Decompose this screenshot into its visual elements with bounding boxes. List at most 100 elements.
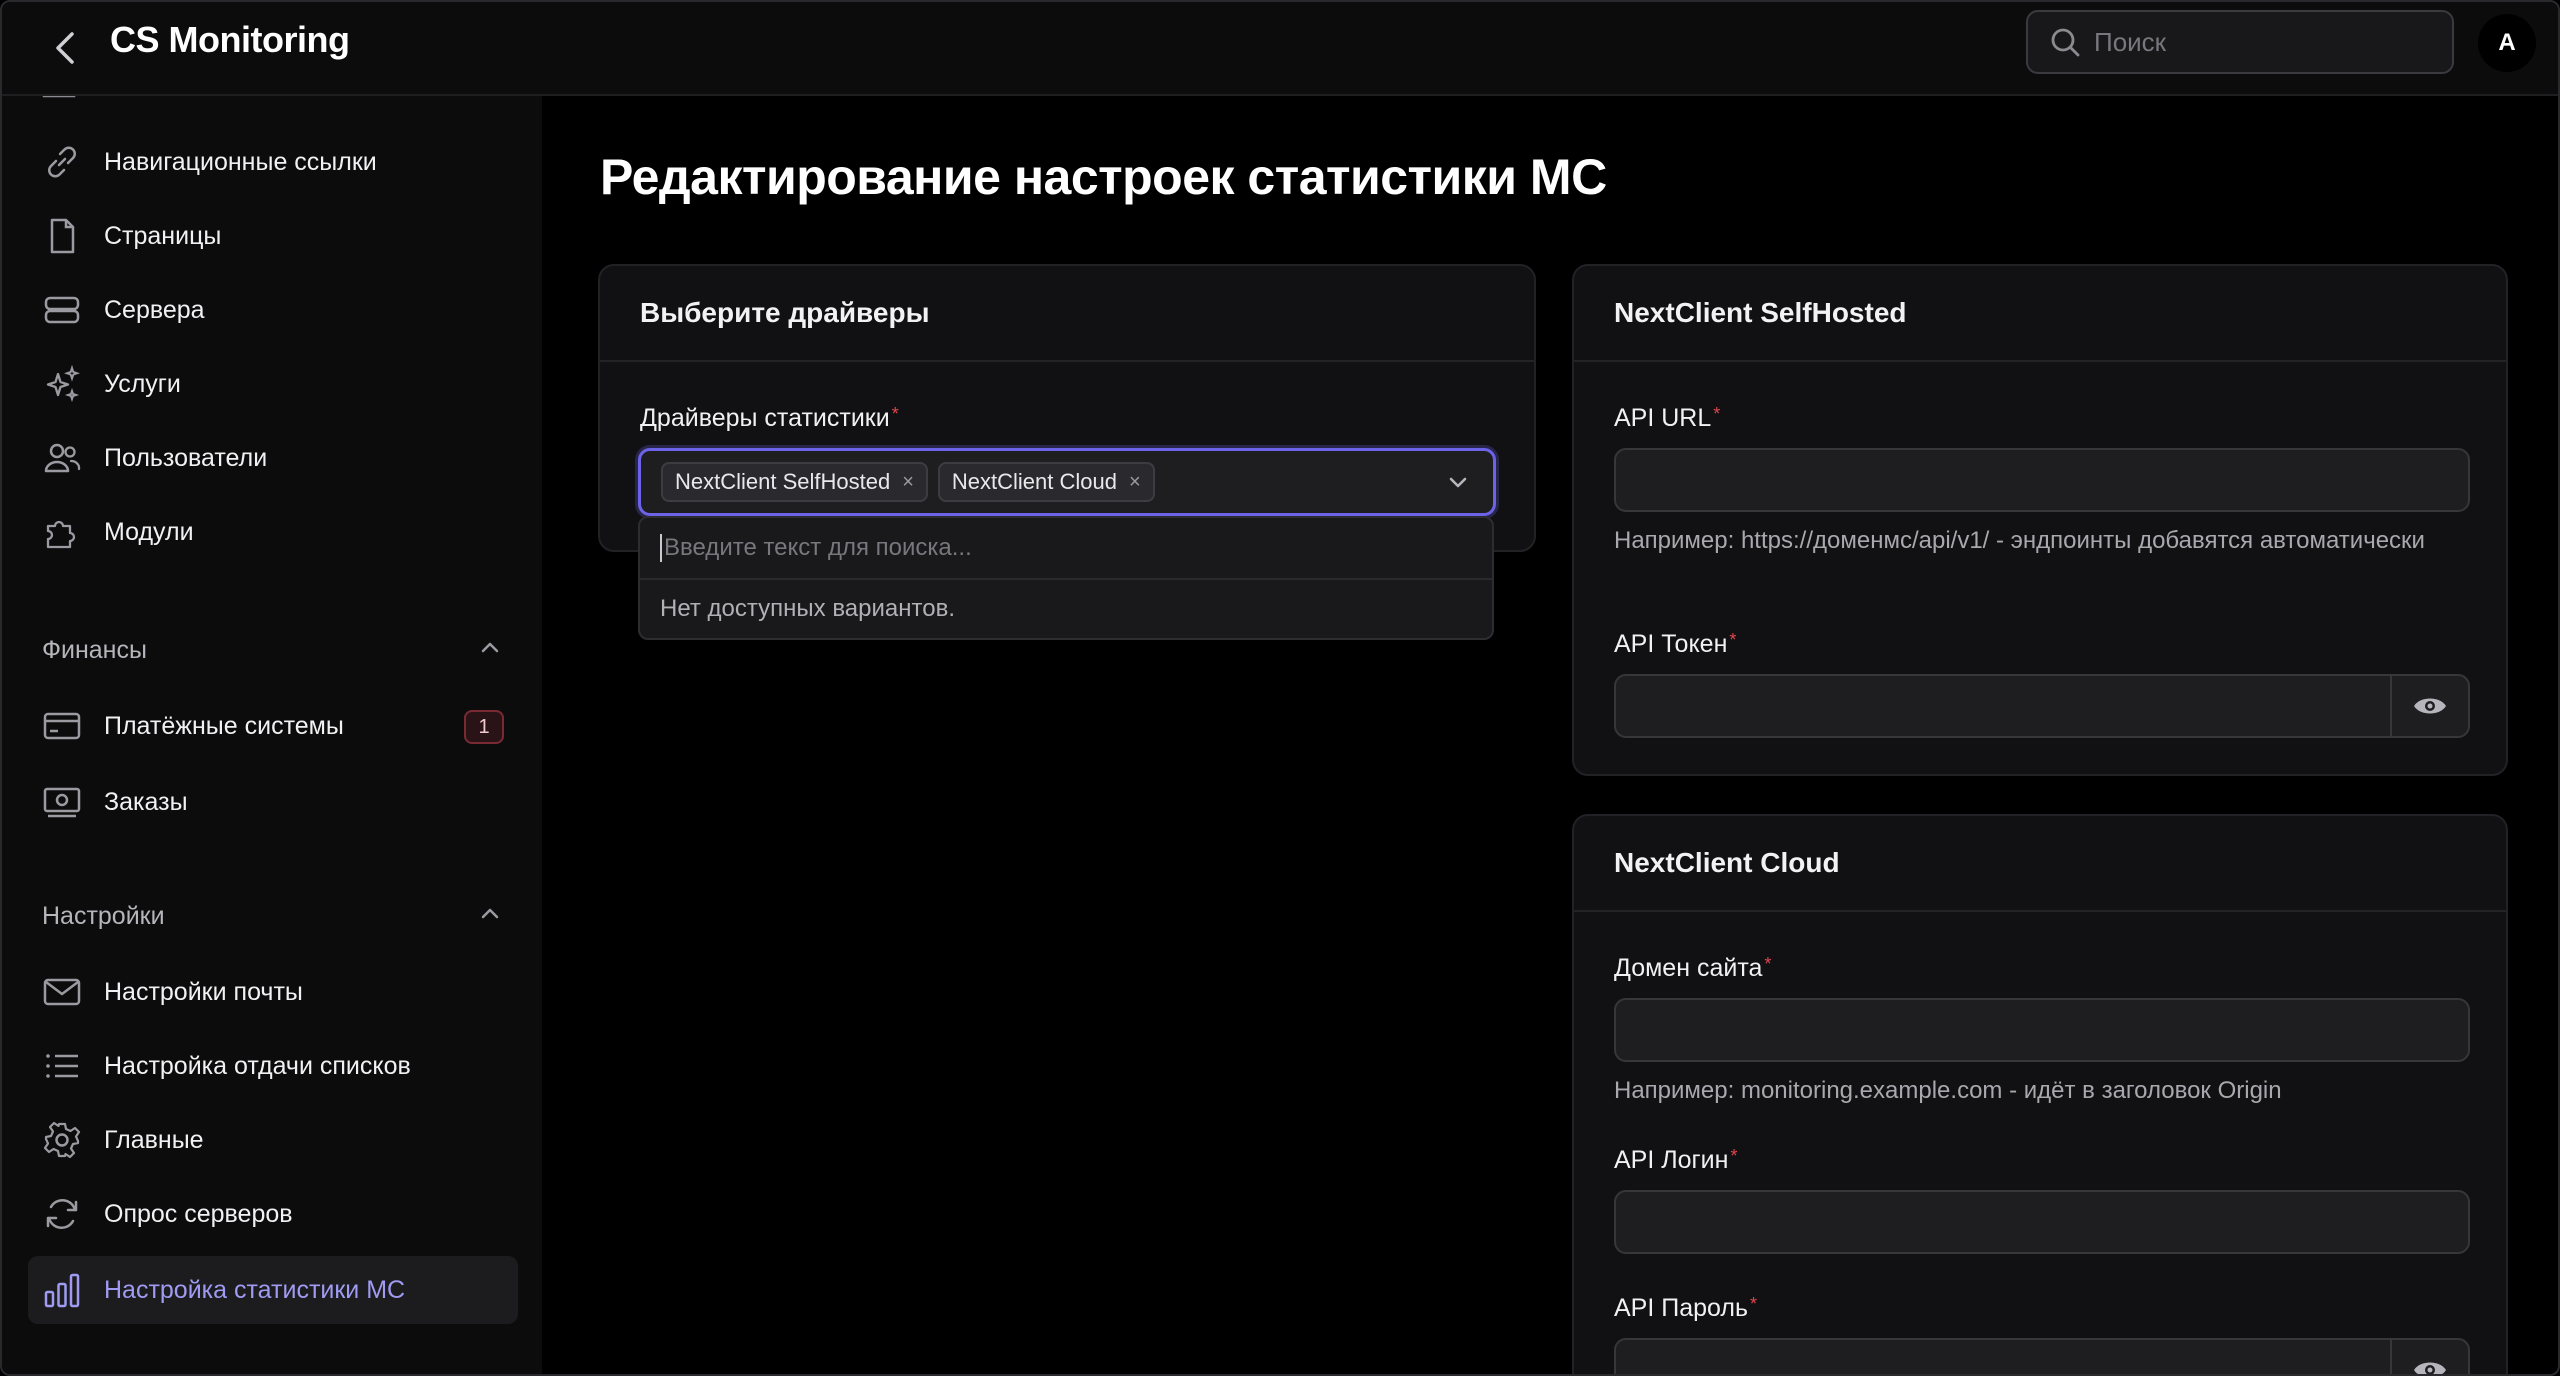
eye-icon[interactable] [2390, 676, 2468, 736]
chip-label: NextClient Cloud [951, 469, 1117, 494]
sidebar-item-label: Страницы [104, 221, 222, 250]
api-login-label: API Логин * [1614, 1146, 1737, 1175]
sidebar-item-users[interactable]: Пользователи [28, 424, 518, 492]
sidebar: Навигационные ссылки Страницы Сервера Ус… [2, 86, 542, 1374]
server-icon [40, 288, 84, 332]
link-icon [40, 140, 84, 184]
eye-icon[interactable] [2390, 1340, 2468, 1374]
drivers-multiselect[interactable]: NextClient SelfHosted × NextClient Cloud… [638, 448, 1496, 516]
api-url-label: API URL * [1614, 404, 1720, 433]
sidebar-item-label: Заказы [104, 787, 188, 816]
required-mark: * [1730, 1146, 1738, 1166]
sidebar-item-label: Навигационные ссылки [104, 147, 377, 176]
api-url-hint: Например: https://доменмс/api/v1/ - эндп… [1614, 527, 2425, 554]
sidebar-item-general[interactable]: Главные [28, 1106, 518, 1174]
sidebar-item-list-settings[interactable]: Настройка отдачи списков [28, 1032, 518, 1100]
required-mark: * [891, 404, 899, 424]
chevron-down-icon[interactable] [1443, 467, 1473, 502]
count-badge: 1 [464, 710, 504, 744]
api-login-field[interactable] [1614, 1190, 2470, 1254]
list-icon [40, 1044, 84, 1088]
sidebar-item-label: Модули [104, 517, 194, 546]
sidebar-item-modules[interactable]: Модули [28, 498, 518, 566]
group-title-label: Настройки [42, 901, 165, 930]
api-url-input[interactable] [1616, 450, 2468, 510]
drivers-card: Выберите драйверы Драйверы статистики * N… [598, 264, 1536, 552]
required-mark: * [1749, 1294, 1757, 1314]
api-token-label: API Токен * [1614, 630, 1736, 659]
label-text: API Пароль [1614, 1294, 1748, 1322]
sidebar-item-label: Пользователи [104, 443, 268, 472]
sidebar-item-label: Главные [104, 1125, 204, 1154]
file-icon [40, 214, 84, 258]
api-password-field[interactable] [1614, 1338, 2470, 1374]
label-text: API Логин [1614, 1146, 1729, 1174]
label-text: Домен сайта [1614, 954, 1763, 982]
selfhosted-card: NextClient SelfHosted API URL * Например:… [1572, 264, 2508, 776]
top-bar: CS Monitoring A [2, 2, 2558, 96]
card-title: Выберите драйверы [600, 266, 1534, 362]
chevron-left-icon [56, 32, 74, 64]
finance-group-title[interactable]: Финансы [42, 630, 502, 670]
label-text: API URL [1614, 404, 1712, 432]
puzzle-icon [40, 510, 84, 554]
sidebar-item-servers[interactable]: Сервера [28, 276, 518, 344]
mail-icon [40, 970, 84, 1014]
sidebar-item-orders[interactable]: Заказы [28, 768, 518, 836]
drivers-dropdown: Нет доступных вариантов. [638, 516, 1494, 640]
api-token-input[interactable] [1616, 676, 2392, 736]
domain-hint: Например: monitoring.example.com - идёт … [1614, 1077, 2282, 1104]
sidebar-item-payment-systems[interactable]: Платёжные системы 1 [28, 692, 518, 760]
sidebar-item-server-polling[interactable]: Опрос серверов [28, 1180, 518, 1248]
api-token-field[interactable] [1614, 674, 2470, 738]
dropdown-search-input[interactable] [660, 534, 1440, 562]
users-icon [40, 436, 84, 480]
app-window: CS Monitoring A Навигационные ссылки Стр… [0, 0, 2560, 1376]
chip-label: NextClient SelfHosted [675, 469, 891, 494]
remove-chip-icon[interactable]: × [1129, 471, 1141, 494]
page-title: Редактирование настроек статистики MC [600, 149, 1607, 205]
api-password-label: API Пароль * [1614, 1294, 1757, 1323]
sidebar-item-label: Настройки почты [104, 977, 303, 1006]
global-search[interactable] [2026, 10, 2454, 74]
sidebar-item-label: Платёжные системы [104, 711, 344, 740]
credit-card-icon [40, 704, 84, 748]
bar-chart-icon [40, 1268, 84, 1312]
settings-group-title[interactable]: Настройки [42, 896, 502, 936]
sidebar-item-label: Услуги [104, 369, 181, 398]
label-text: API Токен [1614, 630, 1728, 658]
group-title-label: Финансы [42, 635, 147, 664]
sidebar-item-label: Настройка статистики MC [104, 1275, 406, 1304]
api-url-field[interactable] [1614, 448, 2470, 512]
sidebar-item-mc-stats[interactable]: Настройка статистики MC [28, 1256, 518, 1324]
back-button[interactable] [38, 20, 94, 76]
required-mark: * [1713, 404, 1721, 424]
drivers-label: Драйверы статистики * [640, 404, 899, 433]
dropdown-search [640, 518, 1492, 580]
cash-icon [40, 780, 84, 824]
sidebar-item-pages[interactable]: Страницы [28, 202, 518, 270]
sidebar-item-label: Опрос серверов [104, 1199, 293, 1228]
label-text: Драйверы статистики [640, 404, 890, 432]
avatar[interactable]: A [2478, 14, 2536, 72]
chevron-up-icon[interactable] [478, 636, 502, 667]
api-login-input[interactable] [1616, 1192, 2468, 1252]
chevron-up-icon[interactable] [478, 902, 502, 933]
api-password-input[interactable] [1616, 1340, 2392, 1374]
sidebar-item-services[interactable]: Услуги [28, 350, 518, 418]
search-icon [2051, 28, 2080, 57]
search-input[interactable] [2094, 26, 2424, 58]
domain-label: Домен сайта * [1614, 954, 1771, 983]
sidebar-item-nav-links[interactable]: Навигационные ссылки [28, 128, 518, 196]
cloud-card: NextClient Cloud Домен сайта * Например: … [1572, 814, 2508, 1374]
domain-field[interactable] [1614, 998, 2470, 1062]
domain-input[interactable] [1616, 1000, 2468, 1060]
remove-chip-icon[interactable]: × [902, 471, 914, 494]
required-mark: * [1764, 954, 1772, 974]
sidebar-item-mail-settings[interactable]: Настройки почты [28, 958, 518, 1026]
card-title: NextClient SelfHosted [1574, 266, 2506, 362]
card-title: NextClient Cloud [1574, 816, 2506, 912]
refresh-icon [40, 1192, 84, 1236]
app-title: CS Monitoring [110, 19, 350, 60]
dropdown-empty-message: Нет доступных вариантов. [660, 595, 955, 622]
